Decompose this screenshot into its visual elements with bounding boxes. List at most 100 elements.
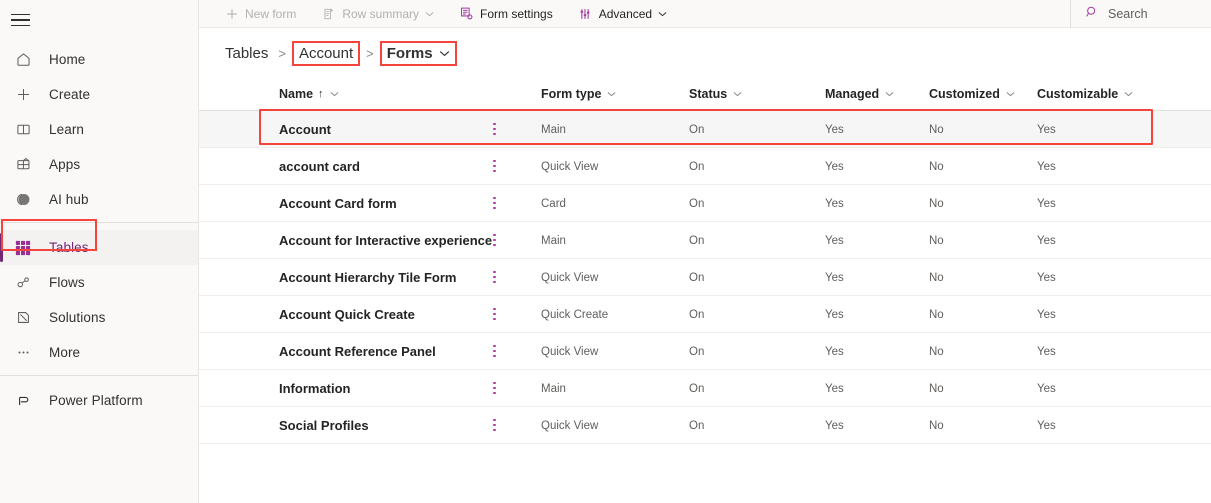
more-vertical-icon[interactable] [493, 307, 496, 321]
form-name-cell: Information [279, 380, 351, 396]
app-root: Home Create Learn Apps AI hub Tables Flo… [0, 0, 1211, 503]
sidebar-item-label: Tables [49, 240, 89, 255]
column-header-status[interactable]: Status [689, 87, 825, 101]
more-vertical-icon[interactable] [493, 344, 496, 358]
row-summary-icon [320, 5, 337, 22]
form-name-cell: Social Profiles [279, 417, 369, 433]
managed-cell: Yes [825, 309, 844, 321]
book-icon [11, 119, 35, 141]
customized-cell: No [929, 198, 944, 210]
breadcrumb-forms[interactable]: Forms [379, 40, 457, 66]
managed-cell: Yes [825, 124, 844, 136]
table-row[interactable]: Account Hierarchy Tile Form Quick View On Y… [199, 259, 1211, 296]
customizable-cell: Yes [1037, 198, 1056, 210]
more-vertical-icon[interactable] [493, 159, 496, 173]
sidebar-item-label: Create [49, 87, 91, 102]
sidebar-group-tertiary: Power Platform [0, 381, 198, 418]
customized-cell: No [929, 346, 944, 358]
customized-cell: No [929, 235, 944, 247]
table-row[interactable]: Account Quick Create Quick Create On Yes No Y… [199, 296, 1211, 333]
new-form-label: New form [245, 6, 297, 21]
managed-cell: Yes [825, 420, 844, 432]
sidebar-item-label: Home [49, 52, 86, 67]
customized-cell: No [929, 272, 944, 284]
more-vertical-icon[interactable] [493, 418, 496, 432]
chevron-down-icon [439, 50, 450, 57]
advanced-button[interactable]: Advanced [570, 0, 676, 28]
sidebar-item-apps[interactable]: Apps [0, 147, 198, 182]
row-summary-button[interactable]: Row summary [313, 0, 443, 28]
form-type-cell: Main [541, 124, 566, 136]
main-area: New form Row summary Form settings Advan… [199, 0, 1211, 503]
power-platform-icon [11, 390, 35, 412]
more-vertical-icon[interactable] [493, 381, 496, 395]
managed-cell: Yes [825, 346, 844, 358]
table-row[interactable]: Information Main On Yes No Yes [199, 370, 1211, 407]
customizable-cell: Yes [1037, 124, 1056, 136]
sort-ascending-icon: ↑ [318, 88, 324, 100]
solutions-icon [11, 307, 35, 329]
table-row[interactable]: Social Profiles Quick View On Yes No Yes [199, 407, 1211, 444]
plus-icon [11, 84, 35, 106]
content-area: Tables > Account > Forms Name ↑ Form typ… [199, 28, 1211, 503]
status-cell: On [689, 346, 705, 358]
sidebar-item-home[interactable]: Home [0, 42, 198, 77]
sidebar-item-more[interactable]: More [0, 335, 198, 370]
form-name-cell: Account Hierarchy Tile Form [279, 269, 457, 285]
more-vertical-icon[interactable] [493, 196, 496, 210]
column-header-customizable[interactable]: Customizable [1037, 87, 1147, 101]
hamburger-icon [11, 13, 30, 27]
form-settings-button[interactable]: Form settings [451, 0, 562, 28]
search-icon [1085, 5, 1099, 24]
table-row[interactable]: Account for Interactive experience Main On… [199, 222, 1211, 259]
sidebar-group-primary: Home Create Learn Apps AI hub [0, 40, 198, 217]
table-row[interactable]: account card Quick View On Yes No Yes [199, 148, 1211, 185]
table-body: Account Main On Yes No Yes account card Quick V… [199, 111, 1211, 444]
sidebar-item-label: AI hub [49, 192, 89, 207]
table-row[interactable]: Account Main On Yes No Yes [199, 111, 1211, 148]
breadcrumb-separator: > [366, 45, 374, 61]
form-name-cell: Account for Interactive experience [279, 232, 493, 248]
sidebar-group-secondary: Tables Flows Solutions More [0, 228, 198, 370]
managed-cell: Yes [825, 235, 844, 247]
new-form-button[interactable]: New form [216, 0, 305, 28]
column-header-form-type[interactable]: Form type [541, 87, 689, 101]
breadcrumb-account[interactable]: Account [291, 40, 361, 66]
status-cell: On [689, 124, 705, 136]
plus-icon [223, 5, 240, 22]
advanced-icon [577, 5, 594, 22]
sidebar-item-solutions[interactable]: Solutions [0, 300, 198, 335]
table-row[interactable]: Account Reference Panel Quick View On Yes No… [199, 333, 1211, 370]
sidebar-item-label: Flows [49, 275, 85, 290]
column-header-name[interactable]: Name ↑ [279, 87, 339, 101]
more-vertical-icon[interactable] [493, 233, 496, 247]
search-box[interactable]: Search [1070, 0, 1211, 28]
sidebar-item-learn[interactable]: Learn [0, 112, 198, 147]
sidebar-item-flows[interactable]: Flows [0, 265, 198, 300]
status-cell: On [689, 309, 705, 321]
table-row[interactable]: Account Card form Card On Yes No Yes [199, 185, 1211, 222]
chevron-down-icon [1124, 91, 1133, 97]
sidebar-item-label: More [49, 345, 81, 360]
more-vertical-icon[interactable] [493, 122, 496, 136]
hamburger-menu-button[interactable] [0, 0, 198, 40]
sidebar-item-power-platform[interactable]: Power Platform [0, 383, 198, 418]
sidebar: Home Create Learn Apps AI hub Tables Flo… [0, 0, 199, 503]
form-type-cell: Quick View [541, 420, 599, 432]
column-header-managed[interactable]: Managed [825, 87, 929, 101]
sidebar-item-create[interactable]: Create [0, 77, 198, 112]
form-name-cell: Account [279, 121, 331, 137]
customized-cell: No [929, 124, 944, 136]
form-settings-icon [458, 5, 475, 22]
column-header-label: Name [279, 87, 314, 101]
breadcrumb-tables[interactable]: Tables [221, 43, 272, 64]
more-vertical-icon[interactable] [493, 270, 496, 284]
column-header-customized[interactable]: Customized [929, 87, 1037, 101]
flows-icon [11, 272, 35, 294]
sidebar-item-ai-hub[interactable]: AI hub [0, 182, 198, 217]
form-name-cell: Account Card form [279, 195, 397, 211]
chevron-down-icon [885, 91, 894, 97]
table-header-row: Name ↑ Form type Status Managed Customiz… [199, 78, 1211, 111]
sidebar-item-label: Power Platform [49, 393, 143, 408]
sidebar-item-tables[interactable]: Tables [0, 230, 198, 265]
